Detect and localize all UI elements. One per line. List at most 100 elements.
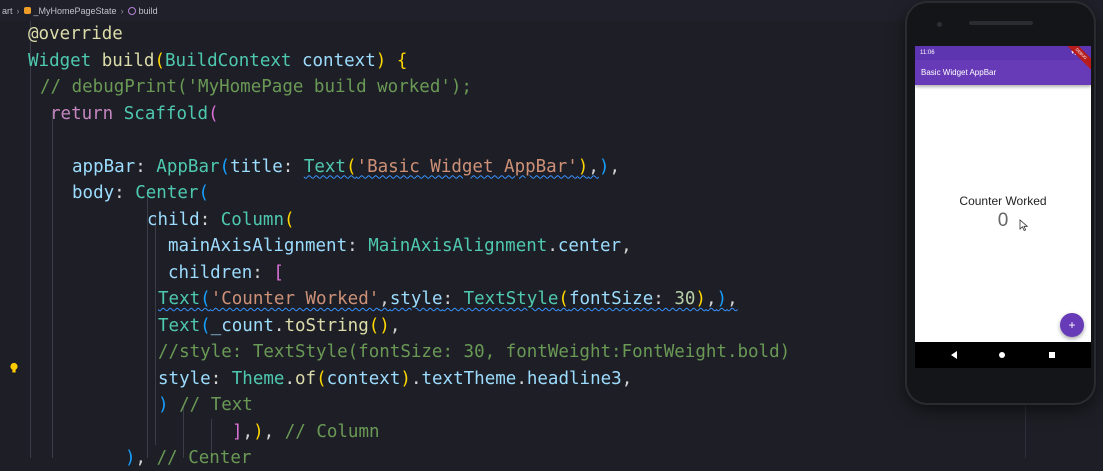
indent-guide	[52, 111, 53, 458]
code-token: )	[158, 395, 169, 415]
code-line[interactable]: return Scaffold(	[50, 101, 219, 127]
method-icon	[127, 6, 136, 15]
code-token: ,	[588, 156, 599, 177]
lightbulb-icon[interactable]	[9, 362, 19, 374]
code-token: toString	[284, 315, 369, 336]
increment-fab-button[interactable]: +	[1060, 313, 1084, 337]
code-token: BuildContext	[165, 50, 292, 71]
code-token: center	[557, 236, 622, 256]
code-line[interactable]: // debugPrint('MyHomePage build worked')…	[40, 74, 472, 100]
indent-guide	[155, 215, 156, 445]
code-token: context	[326, 368, 401, 389]
code-token: Theme	[231, 368, 285, 389]
code-token: mainAxisAlignment	[168, 236, 348, 256]
code-token: _count	[210, 315, 274, 336]
code-token: headline3	[526, 368, 622, 389]
code-line[interactable]: mainAxisAlignment: MainAxisAlignment.cen…	[168, 233, 632, 259]
breadcrumb-item[interactable]: build	[139, 6, 158, 16]
counter-value: 0	[997, 210, 1009, 231]
camera-icon	[937, 22, 942, 27]
code-token: (	[316, 368, 327, 389]
code-token: Column	[220, 209, 284, 230]
code-token: Scaffold	[123, 103, 209, 124]
app-bar-title: Basic Widget AppBar	[921, 68, 997, 77]
code-token: :	[282, 156, 304, 177]
code-token: :	[442, 289, 464, 309]
code-token: (	[208, 103, 219, 124]
android-nav-bar	[915, 342, 1091, 368]
code-token: // Text	[179, 395, 253, 415]
code-token: child	[147, 209, 200, 230]
code-token: 'Counter Worked'	[210, 289, 380, 309]
code-token: // Center	[156, 448, 252, 468]
phone-screen: 11:06 ▾◢ Basic Widget AppBar DEBUG Count…	[915, 46, 1091, 368]
code-token: :	[252, 262, 274, 283]
code-token: @override	[28, 24, 123, 44]
android-emulator: 11:06 ▾◢ Basic Widget AppBar DEBUG Count…	[907, 3, 1094, 403]
code-token: .	[273, 315, 285, 336]
code-token: (	[198, 183, 209, 203]
code-line[interactable]: ), // Center	[125, 445, 251, 471]
app-bar: Basic Widget AppBar	[915, 60, 1091, 85]
code-token: .	[516, 368, 527, 389]
code-token: style	[389, 289, 443, 309]
code-token: body	[72, 183, 115, 203]
code-line[interactable]: ],), // Column	[232, 419, 380, 445]
code-token: :	[135, 156, 157, 177]
code-token: textTheme	[421, 368, 517, 389]
code-line[interactable]: appBar: AppBar(title: Text('Basic Widget…	[72, 154, 620, 180]
code-token: TextStyle	[463, 289, 559, 309]
code-token: ,	[389, 315, 401, 336]
code-line[interactable]: Text('Counter Worked',style: TextStyle(f…	[158, 286, 738, 312]
code-token: .	[547, 236, 558, 256]
code-line[interactable]: ) // Text	[158, 392, 253, 418]
code-token: :	[347, 236, 369, 256]
code-token: children	[168, 262, 253, 283]
code-token: ,	[609, 156, 620, 177]
mouse-cursor-icon	[1019, 219, 1029, 232]
code-token: title	[230, 156, 283, 177]
code-token: .	[410, 368, 422, 389]
breadcrumb-item[interactable]: _MyHomePageState	[34, 6, 117, 16]
status-time: 11:06	[920, 50, 935, 56]
diagnostic-squiggle[interactable]: Text('Basic Widget AppBar'),	[304, 157, 599, 177]
code-token: build	[101, 50, 155, 71]
diagnostic-squiggle[interactable]: Text('Counter Worked',style: TextStyle(f…	[158, 289, 738, 309]
code-token: ,	[621, 368, 633, 389]
breadcrumb-item[interactable]: art	[2, 6, 13, 16]
code-line[interactable]: children: [	[168, 260, 284, 286]
code-line[interactable]: @override	[28, 21, 123, 47]
code-token: Text	[158, 289, 201, 309]
code-token: (	[345, 156, 357, 177]
counter-label: Counter Worked	[959, 194, 1047, 208]
recents-icon[interactable]	[1049, 352, 1055, 358]
code-token: style	[158, 368, 211, 389]
code-token: :	[653, 289, 675, 309]
code-token: // debugPrint('MyHomePage build worked')…	[40, 77, 472, 97]
status-bar: 11:06 ▾◢	[915, 46, 1091, 60]
back-icon[interactable]	[951, 351, 957, 359]
home-icon[interactable]	[999, 352, 1005, 358]
code-line[interactable]: child: Column(	[147, 207, 295, 233]
code-token: MainAxisAlignment	[368, 236, 548, 256]
code-token: 'Basic Widget AppBar'	[356, 156, 578, 177]
code-token: (	[154, 50, 165, 71]
code-token: .	[284, 368, 295, 389]
code-token: fontSize	[568, 289, 654, 309]
code-token: )	[400, 368, 411, 389]
code-token: Text	[158, 315, 201, 336]
code-token: ,	[242, 421, 254, 442]
code-line[interactable]: //style: TextStyle(fontSize: 30, fontWei…	[158, 339, 790, 365]
code-line[interactable]: body: Center(	[72, 180, 209, 206]
code-line[interactable]: style: Theme.of(context).textTheme.headl…	[158, 366, 632, 392]
code-token: ]	[232, 421, 243, 442]
code-token: ,	[621, 236, 632, 256]
class-icon	[23, 7, 31, 14]
code-line[interactable]: Text(_count.toString(),	[158, 313, 400, 339]
code-token: ,	[705, 289, 717, 309]
code-token: ,	[135, 448, 157, 468]
code-line[interactable]: Widget build(BuildContext context) {	[28, 48, 407, 74]
